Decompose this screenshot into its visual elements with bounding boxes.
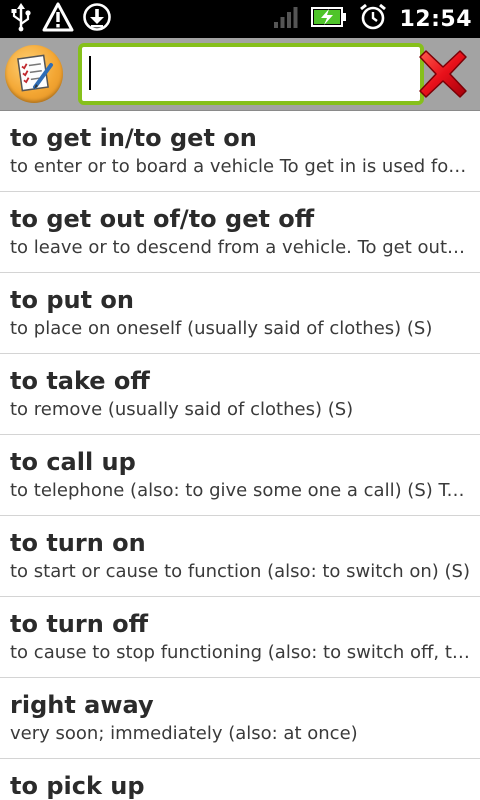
clear-search-button[interactable] <box>412 43 474 105</box>
search-toolbar <box>0 38 480 111</box>
list-item[interactable]: to put on to place on oneself (usually s… <box>0 273 480 354</box>
phrase-title: to put on <box>10 286 134 314</box>
phrase-definition: to leave or to descend from a vehicle. T… <box>10 237 470 258</box>
phrase-title: to turn on <box>10 529 146 557</box>
list-item[interactable]: to turn off to cause to stop functioning… <box>0 597 480 678</box>
status-right-icons: 12:54 <box>273 3 472 35</box>
phrase-title: right away <box>10 691 154 719</box>
red-x-icon <box>412 50 474 109</box>
search-input[interactable] <box>78 43 424 105</box>
usb-icon <box>8 2 34 36</box>
phrase-title: to get out of/to get off <box>10 205 315 233</box>
list-item[interactable]: to pick up <box>0 759 480 800</box>
warning-icon <box>42 2 74 36</box>
phrase-definition: to start or cause to function (also: to … <box>10 561 470 582</box>
list-item[interactable]: to take off to remove (usually said of c… <box>0 354 480 435</box>
phrase-definition: to remove (usually said of clothes) (S) <box>10 399 354 420</box>
phrase-list: to get in/to get on to enter or to board… <box>0 111 480 800</box>
app-logo[interactable] <box>5 45 63 103</box>
phrase-definition: to enter or to board a vehicle To get in… <box>10 156 470 177</box>
text-cursor <box>89 56 91 90</box>
phrase-title: to get in/to get on <box>10 124 257 152</box>
signal-icon <box>273 5 299 33</box>
phrase-definition: to telephone (also: to give some one a c… <box>10 480 470 501</box>
phrase-definition: to place on oneself (usually said of clo… <box>10 318 433 339</box>
phrase-title: to call up <box>10 448 136 476</box>
battery-charging-icon <box>311 6 347 32</box>
clock: 12:54 <box>399 6 472 32</box>
list-item[interactable]: to call up to telephone (also: to give s… <box>0 435 480 516</box>
phrase-title: to take off <box>10 367 150 395</box>
status-bar: 12:54 <box>0 0 480 38</box>
phrase-definition: to cause to stop functioning (also: to s… <box>10 642 470 663</box>
list-item[interactable]: to get in/to get on to enter or to board… <box>0 111 480 192</box>
alarm-icon <box>359 3 387 35</box>
list-item[interactable]: to get out of/to get off to leave or to … <box>0 192 480 273</box>
list-item[interactable]: to turn on to start or cause to function… <box>0 516 480 597</box>
status-left-icons <box>8 2 112 36</box>
phrase-title: to turn off <box>10 610 149 638</box>
list-item[interactable]: right away very soon; immediately (also:… <box>0 678 480 759</box>
phrase-title: to pick up <box>10 772 145 800</box>
download-icon <box>82 2 112 36</box>
phrase-definition: very soon; immediately (also: at once) <box>10 723 358 744</box>
